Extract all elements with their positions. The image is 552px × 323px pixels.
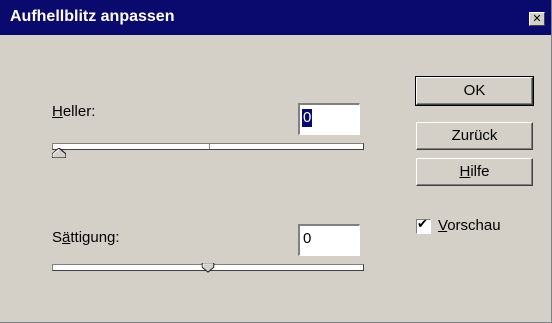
heller-slider-midmark [209, 144, 210, 149]
saettigung-label: Sättigung: [52, 229, 120, 246]
saettigung-input[interactable]: 0 [298, 224, 360, 256]
hilfe-label-rest: ilfe [470, 163, 490, 180]
close-icon[interactable]: ✕ [529, 12, 545, 26]
heller-slider-thumb[interactable] [52, 148, 66, 158]
vorschau-accesskey: V [438, 217, 448, 234]
vorschau-label[interactable]: Vorschau [438, 217, 501, 234]
saettigung-label-rest: ttigung: [70, 229, 120, 246]
vorschau-checkbox[interactable]: ✔ [416, 217, 431, 234]
heller-label-accesskey: H [52, 103, 63, 120]
window-title: Aufhellblitz anpassen [10, 8, 175, 25]
ok-button[interactable]: OK [415, 76, 534, 106]
vorschau-label-rest: orschau [447, 217, 501, 234]
heller-label-rest: eller: [62, 103, 96, 120]
zurueck-button[interactable]: Zurück [416, 122, 533, 150]
title-bar[interactable]: Aufhellblitz anpassen ✕ [0, 0, 551, 35]
heller-slider-track[interactable] [52, 143, 364, 150]
saettigung-label-pre: S [52, 229, 63, 246]
saettigung-slider-thumb[interactable] [201, 263, 215, 273]
heller-value: 0 [302, 109, 313, 127]
heller-input[interactable]: 0 [298, 103, 360, 135]
checkmark-icon: ✔ [417, 217, 428, 232]
hilfe-button[interactable]: Hilfe [416, 158, 533, 186]
heller-label: Heller: [52, 103, 95, 120]
hilfe-accesskey: H [459, 163, 471, 180]
saettigung-value: 0 [303, 230, 312, 247]
dialog-window: Aufhellblitz anpassen ✕ Heller: 0 Sättig… [0, 0, 552, 323]
